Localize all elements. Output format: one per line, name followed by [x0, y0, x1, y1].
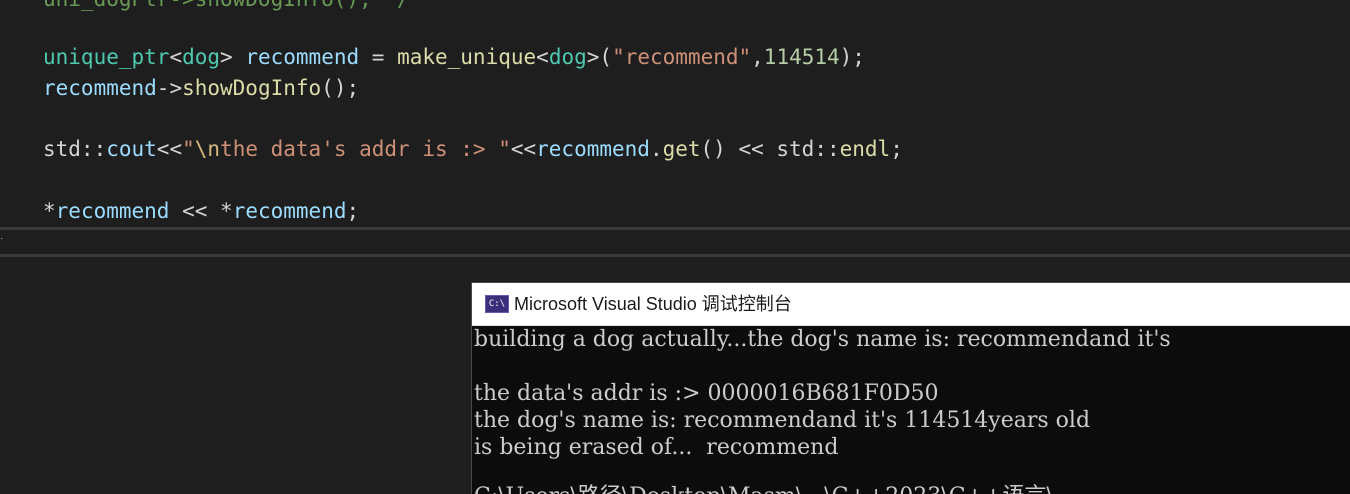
console-line: is being erased of... recommend [474, 435, 839, 460]
function-token: endl [839, 137, 891, 161]
operator-token: -> [156, 76, 183, 100]
code-line-comment: uni_dogPtr->showDogInfo(); */ [43, 0, 410, 14]
operator-token: * [220, 199, 233, 223]
console-titlebar[interactable]: C:\ Microsoft Visual Studio 调试控制台 [472, 283, 1350, 326]
variable-token: recommend [43, 76, 157, 100]
punct-token: . [649, 137, 663, 161]
code-editor[interactable]: uni_dogPtr->showDogInfo(); */ unique_ptr… [0, 0, 1350, 228]
operator-token: << [156, 137, 183, 161]
type-token: dog [182, 45, 221, 69]
string-token: " [182, 137, 195, 161]
console-line: C:\Users\路径\Desktop\Masm\...\C++2023\C++… [474, 483, 1075, 494]
function-token: make_unique [397, 45, 537, 69]
operator-token: << [510, 137, 537, 161]
variable-token: recommend [232, 199, 347, 223]
code-line-deref: *recommend << *recommend; [43, 196, 359, 226]
variable-token: recommend [536, 137, 650, 161]
punct-token: < [536, 45, 549, 69]
console-output[interactable]: building a dog actually...the dog's name… [474, 326, 1350, 494]
code-line-make-unique: unique_ptr<dog> recommend = make_unique<… [43, 42, 865, 72]
type-token: dog [548, 45, 587, 69]
namespace-token: std:: [43, 137, 107, 161]
code-line-show-info: recommend->showDogInfo(); [43, 73, 359, 103]
function-token: get [662, 137, 701, 161]
operator-token: * [43, 199, 56, 223]
console-line: the dog's name is: recommendand it's 114… [474, 408, 1091, 433]
punct-token: (); [321, 76, 360, 100]
punct-token: ; [890, 137, 903, 161]
punct-token: > [220, 45, 233, 69]
punct-token: , [751, 45, 764, 69]
console-line: building a dog actually...the dog's name… [474, 327, 1171, 352]
escape-token: \n [194, 137, 221, 161]
editor-divider-top [0, 227, 1350, 230]
collapse-icon[interactable]: ․ [0, 232, 6, 242]
console-line: the data's addr is :> 0000016B681F0D50 [474, 381, 939, 406]
number-token: 114514 [763, 45, 840, 69]
punct-token: ( [599, 45, 613, 69]
console-title: Microsoft Visual Studio 调试控制台 [514, 294, 792, 314]
variable-token: cout [106, 137, 157, 161]
punct-token: > [586, 45, 600, 69]
punct-token: ); [839, 45, 865, 69]
string-token: "recommend" [612, 45, 752, 69]
variable-token: recommend [55, 199, 170, 223]
operator-token: = [359, 45, 398, 69]
string-token: the data's addr is :> " [220, 137, 511, 161]
console-app-icon: C:\ [485, 295, 509, 313]
type-token: unique_ptr [43, 45, 170, 69]
punct-token: ; [346, 199, 360, 223]
code-line-cout: std::cout<<"\nthe data's addr is :> "<<r… [43, 134, 903, 164]
debug-console-window[interactable]: C:\ Microsoft Visual Studio 调试控制台 buildi… [471, 282, 1350, 494]
operator-token: << [169, 199, 221, 223]
punct-token: < [169, 45, 183, 69]
editor-divider-bottom[interactable] [0, 254, 1350, 257]
operator-token: () << [700, 137, 777, 161]
variable-token: recommend [245, 45, 360, 69]
namespace-token: std:: [776, 137, 840, 161]
function-token: showDogInfo [182, 76, 322, 100]
